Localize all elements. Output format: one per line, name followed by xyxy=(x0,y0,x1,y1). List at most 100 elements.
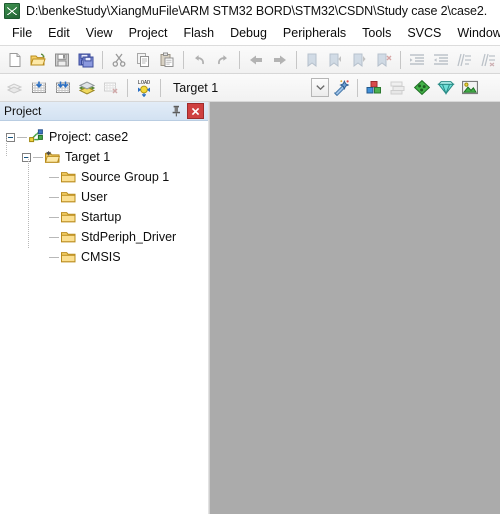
undo-button[interactable] xyxy=(188,48,212,71)
manage-multi-project-button[interactable] xyxy=(386,76,410,99)
download-button[interactable]: LOAD xyxy=(132,76,156,99)
pack-installer-button[interactable] xyxy=(410,76,434,99)
tree-item-source-group-1[interactable]: Source Group 1 xyxy=(0,157,208,187)
new-file-icon xyxy=(9,52,21,67)
target-combobox[interactable]: Target 1 xyxy=(167,77,309,98)
tree-expander-project[interactable] xyxy=(6,132,15,142)
bookmark-prev-icon xyxy=(329,53,342,67)
build-button[interactable] xyxy=(27,76,51,99)
tree-guide-dash xyxy=(49,256,59,258)
navigate-back-button[interactable] xyxy=(244,48,268,71)
translate-button[interactable] xyxy=(3,76,27,99)
project-panel-title: Project xyxy=(4,104,42,118)
tree-item-stdperiph-driver[interactable]: StdPeriph_Driver xyxy=(0,217,208,247)
editor-client-area[interactable] xyxy=(209,102,500,514)
outdent-button[interactable] xyxy=(429,48,453,71)
target-options-button[interactable] xyxy=(329,76,353,99)
navigate-forward-icon xyxy=(273,55,286,64)
save-button[interactable] xyxy=(51,48,75,71)
tree-item-startup[interactable]: Startup xyxy=(0,197,208,227)
tree-item-cmsis[interactable]: CMSIS xyxy=(0,237,208,267)
tree-guide-dash xyxy=(49,176,59,178)
outdent-icon xyxy=(433,53,448,65)
copy-icon xyxy=(136,52,149,67)
copy-button[interactable] xyxy=(131,48,155,71)
menu-flash[interactable]: Flash xyxy=(175,24,222,43)
manage-run-time-env-button[interactable] xyxy=(458,76,482,99)
redo-button[interactable] xyxy=(211,48,235,71)
tree-guide-dash xyxy=(17,136,27,138)
stop-build-icon xyxy=(104,82,118,94)
download-icon: LOAD xyxy=(138,80,151,97)
menu-edit[interactable]: Edit xyxy=(40,24,78,43)
build-toolbar: LOAD Target 1 xyxy=(0,74,500,102)
menu-svcs[interactable]: SVCS xyxy=(399,24,449,43)
menu-debug[interactable]: Debug xyxy=(222,24,275,43)
bookmark-prev-button[interactable] xyxy=(325,48,349,71)
paste-button[interactable] xyxy=(155,48,179,71)
tree-item-target[interactable]: Target 1 xyxy=(0,137,208,167)
batch-build-button[interactable] xyxy=(75,76,99,99)
project-tree: Project: case2 Target 1 Source Group 1 U… xyxy=(0,121,208,514)
bookmark-toggle-button[interactable] xyxy=(301,48,325,71)
navigate-back-icon xyxy=(250,55,263,64)
menu-project[interactable]: Project xyxy=(121,24,176,43)
bookmark-next-icon xyxy=(353,53,366,67)
svg-text:LOAD: LOAD xyxy=(138,80,151,86)
stop-build-button[interactable] xyxy=(99,76,123,99)
chevron-down-icon xyxy=(315,85,325,91)
window-title: D:\benkeStudy\XiangMuFile\ARM STM32 BORD… xyxy=(26,4,488,18)
uvision-app-icon xyxy=(4,3,20,19)
menu-tools[interactable]: Tools xyxy=(354,24,399,43)
menu-view[interactable]: View xyxy=(78,24,121,43)
toolbar-separator xyxy=(182,50,184,69)
folder-icon xyxy=(60,209,77,225)
translate-icon xyxy=(6,83,23,94)
tree-item-label: Target 1 xyxy=(65,150,111,164)
tree-guide-dash xyxy=(49,236,59,238)
build-icon xyxy=(32,81,46,93)
close-panel-button[interactable] xyxy=(187,103,204,119)
toolbar-separator xyxy=(357,78,358,97)
new-file-button[interactable] xyxy=(3,48,27,71)
tree-item-label: User xyxy=(81,190,108,204)
tree-item-label: CMSIS xyxy=(81,250,121,264)
folder-icon xyxy=(60,169,77,185)
manage-project-items-button[interactable] xyxy=(362,76,386,99)
open-file-button[interactable] xyxy=(27,48,51,71)
menu-window[interactable]: Window xyxy=(449,24,500,43)
redo-icon xyxy=(218,54,228,64)
toolbar-separator xyxy=(127,78,128,97)
tree-item-user[interactable]: User xyxy=(0,177,208,207)
manage-run-time-env-icon xyxy=(462,80,478,95)
project-icon xyxy=(28,129,45,145)
indent-button[interactable] xyxy=(405,48,429,71)
cut-button[interactable] xyxy=(107,48,131,71)
folder-icon xyxy=(60,229,77,245)
comment-button[interactable] xyxy=(453,48,477,71)
configuration-wizard-button[interactable] xyxy=(434,76,458,99)
auto-hide-pin-button[interactable] xyxy=(168,103,185,119)
cut-icon xyxy=(112,53,126,67)
menu-bar: File Edit View Project Flash Debug Perip… xyxy=(0,22,500,46)
open-folder-icon xyxy=(30,53,46,65)
bookmark-toggle-icon xyxy=(307,53,317,67)
bookmark-clear-button[interactable] xyxy=(372,48,396,71)
target-options-icon xyxy=(334,80,350,96)
save-all-button[interactable] xyxy=(74,48,98,71)
menu-file[interactable]: File xyxy=(4,24,40,43)
uncomment-button[interactable] xyxy=(476,48,500,71)
menu-peripherals[interactable]: Peripherals xyxy=(275,24,354,43)
rebuild-button[interactable] xyxy=(51,76,75,99)
tree-item-label: Source Group 1 xyxy=(81,170,170,184)
bookmark-next-button[interactable] xyxy=(348,48,372,71)
tree-item-project[interactable]: Project: case2 xyxy=(0,127,208,147)
bookmark-clear-icon xyxy=(377,53,392,67)
target-combobox-arrow[interactable] xyxy=(311,78,329,97)
configuration-wizard-icon xyxy=(437,81,455,95)
tree-expander-target[interactable] xyxy=(22,152,31,162)
file-toolbar xyxy=(0,46,500,74)
navigate-forward-button[interactable] xyxy=(268,48,292,71)
indent-icon xyxy=(409,53,424,65)
close-icon xyxy=(191,107,200,115)
